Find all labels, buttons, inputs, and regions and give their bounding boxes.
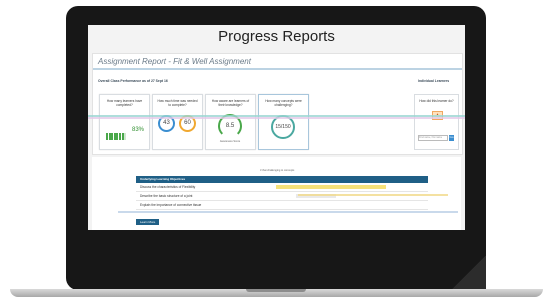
objective-label: Discuss the characteristics of Flexibili… (140, 185, 196, 189)
concepts-card[interactable]: How many concepts were challenging? 15/1… (258, 94, 309, 150)
laptop-lid-shadow (450, 256, 486, 290)
card-question: How many concepts were challenging? (265, 99, 302, 107)
glitch-line (88, 117, 465, 119)
laptop-base-notch (246, 289, 306, 292)
objectives-table: Underlying Learning Objectives Discuss t… (136, 176, 428, 228)
completion-percent: 83% (132, 127, 145, 133)
page-title: Progress Reports (218, 28, 335, 45)
time-card[interactable]: How much time was needed to complete? 43… (152, 94, 203, 150)
awareness-card[interactable]: How aware are learners of their knowledg… (205, 94, 256, 150)
individual-heading: Individual Learners (418, 79, 450, 83)
learn-more-button[interactable]: Learn More (136, 219, 160, 225)
objective-label: Describe the basic structure of a joint (140, 194, 193, 198)
card-question: How many learners have completed? (106, 99, 143, 107)
glitch-line (298, 194, 448, 196)
table-row[interactable]: Explain the importance of connective tis… (136, 201, 428, 210)
awareness-caption: Awareness Score (219, 140, 241, 143)
table-header: Underlying Learning Objectives (136, 176, 428, 183)
completion-bar (106, 127, 130, 140)
report-divider (93, 68, 462, 70)
glitch-line (118, 211, 458, 213)
card-question: How aware are learners of their knowledg… (211, 99, 250, 107)
individual-question: How did this learner do? (419, 99, 454, 103)
concepts-ring: 15/150 (271, 115, 295, 139)
objective-highlight (276, 185, 386, 189)
report-title: Assignment Report - Fit & Well Assignmen… (98, 57, 251, 66)
table-row[interactable]: Discuss the characteristics of Flexibili… (136, 183, 428, 192)
objective-label: Explain the importance of connective tis… (140, 203, 202, 207)
learner-search-input[interactable]: Find name, first name (418, 135, 448, 141)
card-question: How much time was needed to complete? (157, 99, 198, 107)
completion-card[interactable]: How many learners have completed? 83% (99, 94, 150, 150)
assignment-report-panel: Assignment Report - Fit & Well Assignmen… (92, 53, 463, 155)
overall-heading: Overall Class Performance as of 27 Sept … (98, 79, 168, 83)
individual-learner-card: How did this learner do? ▲ Find name, fi… (414, 94, 459, 150)
laptop-screen: Progress Reports Assignment Report - Fit… (88, 25, 465, 230)
objectives-hint: 3 that challenging to concepts (260, 169, 295, 172)
learner-search-button[interactable]: Go (449, 135, 454, 141)
